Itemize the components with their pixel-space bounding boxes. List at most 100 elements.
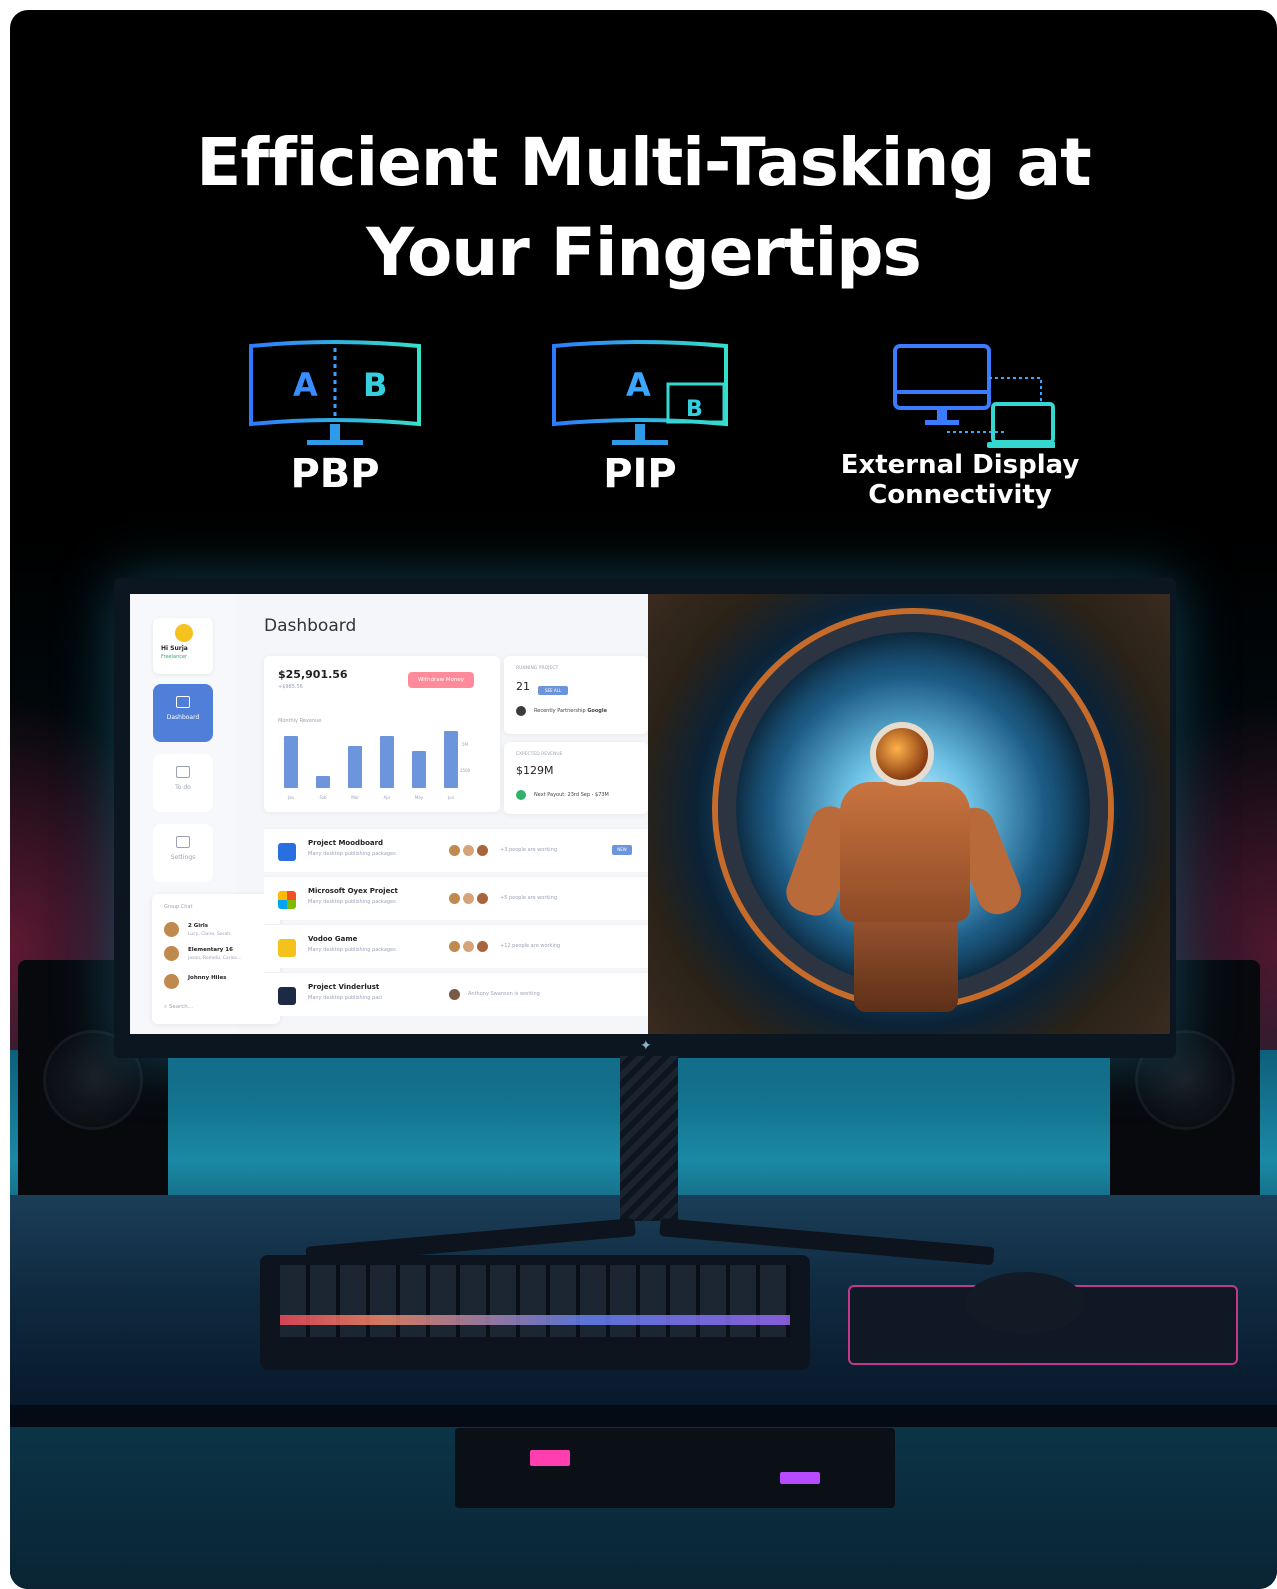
revenue-value: $129M [516, 764, 554, 777]
sidebar-item-label: To do [175, 784, 191, 791]
project-people: +3 people are working [500, 847, 558, 853]
monitor-laptop-icon [893, 344, 1055, 448]
chart-bar [444, 731, 458, 788]
payout-icon [516, 790, 526, 800]
pbp-letter-a: A [293, 366, 318, 404]
chat-name: 2 Girls [188, 923, 209, 929]
project-row[interactable]: Microsoft Oyex Project Many desktop publ… [264, 876, 648, 920]
headline-line-2: Your Fingertips [366, 214, 922, 291]
project-people: +12 people are working [500, 943, 561, 949]
avatar [164, 946, 179, 961]
revenue-caption: EXPECTED REVENUE [516, 752, 563, 757]
screen-right-astronaut-image [648, 594, 1170, 1034]
project-row[interactable]: Vodoo Game Many desktop publishing packa… [264, 924, 648, 968]
feature-external-display: External Display Connectivity [840, 340, 1080, 510]
chart-bar [380, 736, 394, 788]
pbp-split-monitor-icon: A B [249, 340, 421, 445]
chart-x-label: Jan [287, 795, 295, 800]
chat-row[interactable]: 2 Girls Lucy, Claire, Sarah [164, 922, 274, 942]
running-caption: RUNNING PROJECT [516, 666, 559, 671]
chart-x-label: Jun [447, 795, 455, 800]
chat-name: Elementary 16 [188, 947, 233, 953]
project-subtitle: Many desktop publishing packages [308, 899, 396, 905]
feature-pip: A B PIP [540, 340, 740, 498]
member-avatars [448, 844, 492, 858]
profile-card[interactable]: Hi Surja Freelancer [153, 618, 213, 674]
avatar [175, 624, 193, 642]
group-chat-title: Group Chat [164, 904, 193, 910]
search-placeholder: Search... [168, 1004, 193, 1010]
monitor-stand-neck [620, 1056, 678, 1221]
feature-pip-label: PIP [603, 451, 677, 497]
headline-line-1: Efficient Multi-Tasking at [196, 124, 1091, 201]
moodboard-logo-icon [278, 843, 296, 861]
gaming-mouse [965, 1272, 1085, 1334]
pip-monitor-icon: A B [552, 340, 728, 445]
pc-light [530, 1450, 570, 1466]
sidebar-item-label: Dashboard [166, 714, 200, 721]
product-banner: Efficient Multi-Tasking at Your Fingerti… [10, 10, 1277, 1589]
partner-icon [516, 706, 526, 716]
running-project-card: RUNNING PROJECT 21 SEE ALL Recently Part… [504, 656, 648, 734]
feature-external-label-line-1: External Display [840, 450, 1080, 480]
chart-x-label: May [414, 795, 424, 800]
profile-name: Hi Surja [161, 645, 188, 652]
expected-revenue-card: EXPECTED REVENUE $129M Next Payout: 23rd… [504, 742, 648, 814]
feature-pbp: A B PBP [235, 340, 435, 498]
chart-x-label: Feb [319, 795, 327, 800]
microsoft-logo-icon [278, 891, 296, 909]
astronaut-body [840, 782, 970, 922]
vodoo-logo-icon [278, 939, 296, 957]
balance-card: $25,901.56 +$985.56 Withdraw Money Month… [264, 656, 500, 812]
monitor-logo-icon: ✦ [640, 1038, 652, 1054]
sidebar-item-todo[interactable]: To do [153, 754, 213, 812]
grid-icon [176, 766, 190, 778]
partnership-note: Recently Partnership Google [534, 708, 607, 714]
chart-x-label: Mar [351, 795, 359, 800]
withdraw-button[interactable]: Withdraw Money [408, 672, 474, 688]
new-badge: NEW [612, 845, 632, 855]
chat-name: Johnny Hiles [188, 975, 227, 981]
astronaut-legs [854, 912, 958, 1012]
project-subtitle: Many desktop publishing paci [308, 995, 383, 1001]
vinderlust-logo-icon [278, 987, 296, 1005]
y-tick: 5M [462, 742, 468, 747]
running-count: 21 [516, 680, 530, 693]
bar-chart-icon [176, 696, 190, 708]
chat-members: Jason, Romelu, Carlos... [188, 956, 242, 961]
pc-case [455, 1428, 895, 1508]
partner-name: Google [587, 708, 607, 714]
profile-role: Freelancer [161, 654, 188, 660]
see-all-button[interactable]: SEE ALL [538, 686, 568, 695]
project-subtitle: Many desktop publishing packages [308, 947, 396, 953]
balance-change: +$985.56 [278, 684, 303, 690]
chart-bar [348, 746, 362, 788]
headline: Efficient Multi-Tasking at Your Fingerti… [10, 118, 1277, 298]
project-people: +5 people are working [500, 895, 558, 901]
chat-row[interactable]: Elementary 16 Jason, Romelu, Carlos... [164, 946, 274, 966]
project-row[interactable]: Project Moodboard Many desktop publishin… [264, 828, 648, 872]
project-title: Vodoo Game [308, 935, 358, 943]
group-chat-panel: Group Chat 2 Girls Lucy, Claire, Sarah E… [152, 894, 280, 1024]
partnership-label: Recently Partnership [534, 708, 586, 714]
chart-label: Monthly Revenue [278, 718, 322, 724]
project-people: Anthony Swanson is working [468, 991, 540, 997]
chat-members: Lucy, Claire, Sarah [188, 932, 231, 937]
page-title: Dashboard [264, 616, 357, 636]
project-row[interactable]: Project Vinderlust Many desktop publishi… [264, 972, 648, 1016]
sidebar-item-settings[interactable]: Settings [153, 824, 213, 882]
astronaut-helmet [870, 722, 934, 786]
sidebar-item-label: Settings [170, 854, 196, 861]
member-avatars [448, 940, 492, 954]
screen-left-dashboard: Hi Surja Freelancer Dashboard To do Sett… [130, 594, 648, 1034]
sidebar-item-dashboard[interactable]: Dashboard [153, 684, 213, 742]
toggle-icon [176, 836, 190, 848]
project-subtitle: Many desktop publishing packages [308, 851, 396, 857]
y-tick: 2500 [460, 768, 471, 773]
feature-external-label-line-2: Connectivity [868, 480, 1052, 510]
keyboard [260, 1255, 810, 1370]
chat-search-input[interactable]: ⌕ Search... [164, 1004, 193, 1011]
chart-x-label: Apr [383, 795, 391, 800]
chat-row[interactable]: Johnny Hiles [164, 974, 274, 994]
avatar [164, 922, 179, 937]
